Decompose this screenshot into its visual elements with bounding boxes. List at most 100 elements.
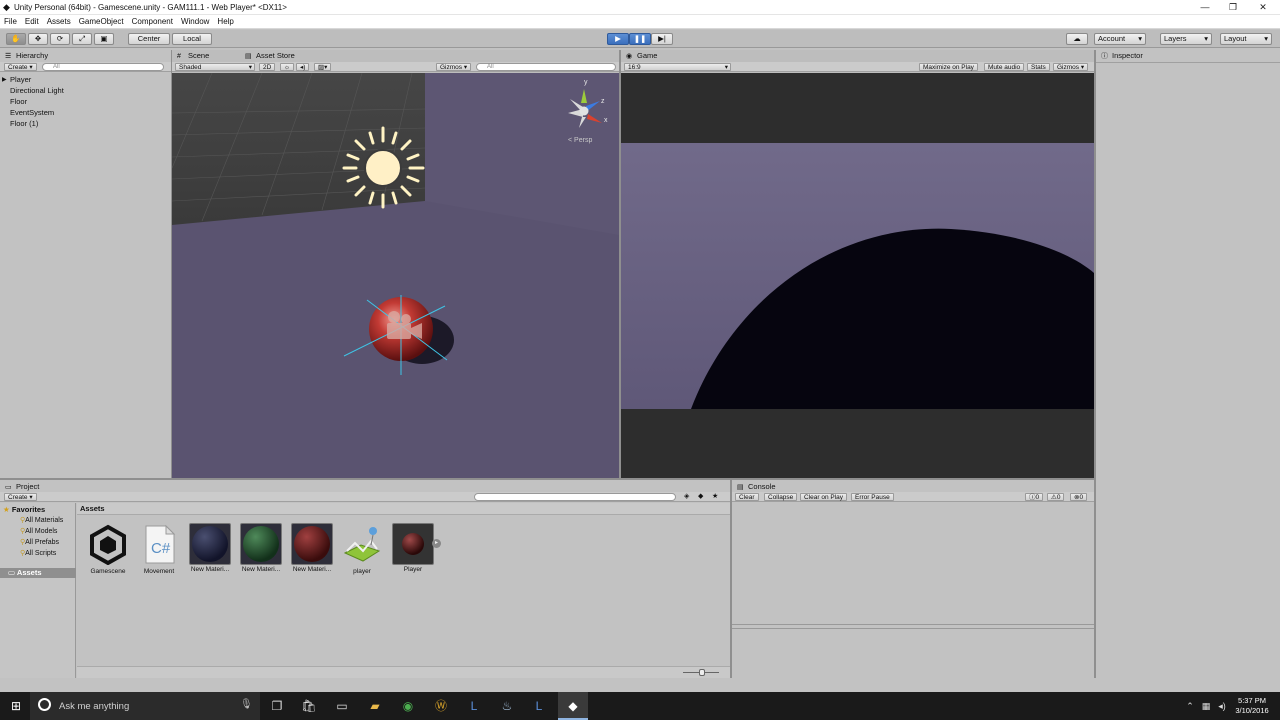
hierarchy-search-input[interactable]: All xyxy=(42,63,164,71)
console-collapse-button[interactable]: Collapse xyxy=(764,493,798,501)
audio-toggle[interactable]: ◂) xyxy=(296,63,310,71)
hierarchy-create-button[interactable]: Create ▾ xyxy=(4,63,37,71)
menu-assets[interactable]: Assets xyxy=(43,15,75,28)
hand-tool-button[interactable]: ✋ xyxy=(6,33,26,45)
asset-item[interactable]: Gamescene xyxy=(84,523,132,577)
tab-hierarchy[interactable]: ☰ Hierarchy xyxy=(2,51,48,61)
windows-start-icon[interactable]: ⊞ xyxy=(7,697,25,715)
rotate-tool-button[interactable]: ⟳ xyxy=(50,33,70,45)
game-gizmos-dropdown[interactable]: Gizmos ▾ xyxy=(1053,63,1089,71)
step-button[interactable]: ▶| xyxy=(651,33,673,45)
favorite-item[interactable]: ⚲All Prefabs xyxy=(20,538,59,546)
console-error-pause-button[interactable]: Error Pause xyxy=(851,493,894,501)
favorite-item[interactable]: ⚲All Scripts xyxy=(20,549,56,557)
panel-divider[interactable] xyxy=(619,50,621,478)
store-icon[interactable]: 🛍 xyxy=(300,697,318,715)
favorite-item[interactable]: ⚲All Models xyxy=(20,527,57,535)
task-view-icon[interactable]: ❐ xyxy=(268,697,286,715)
shading-mode-dropdown[interactable]: Shaded ▾ xyxy=(175,63,255,71)
menu-edit[interactable]: Edit xyxy=(21,15,43,28)
effects-dropdown[interactable]: ▨▾ xyxy=(314,63,332,71)
project-create-button[interactable]: Create ▾ xyxy=(4,493,37,501)
persp-label[interactable]: < Persp xyxy=(568,137,592,144)
tab-project[interactable]: ▭ Project xyxy=(2,482,39,492)
league-launcher-icon[interactable]: L xyxy=(465,697,483,715)
console-clear-button[interactable]: Clear xyxy=(735,493,759,501)
volume-icon[interactable]: ◂) xyxy=(1213,697,1231,715)
menu-window[interactable]: Window xyxy=(177,15,213,28)
menu-file[interactable]: File xyxy=(0,15,21,28)
zoom-slider-handle[interactable] xyxy=(699,669,705,676)
tab-inspector[interactable]: ⓘ Inspector xyxy=(1098,51,1143,61)
hierarchy-item[interactable]: EventSystem xyxy=(10,108,54,118)
lighting-toggle[interactable]: ☼ xyxy=(280,63,294,71)
hierarchy-item[interactable]: Floor (1) xyxy=(10,119,38,129)
system-clock[interactable]: 5:37 PM 3/10/2016 xyxy=(1232,696,1272,716)
panel-divider[interactable] xyxy=(730,480,732,678)
rect-tool-button[interactable]: ▣ xyxy=(94,33,114,45)
maximize-button[interactable]: ❐ xyxy=(1218,0,1248,15)
breadcrumb[interactable]: Assets xyxy=(77,503,730,515)
minimize-button[interactable]: — xyxy=(1190,0,1220,15)
console-clear-on-play-button[interactable]: Clear on Play xyxy=(800,493,848,501)
favorite-item[interactable]: ⚲All Materials xyxy=(20,516,63,524)
log-count-toggle[interactable]: ⓘ0 xyxy=(1025,493,1044,501)
chrome-icon[interactable]: ◉ xyxy=(399,697,417,715)
asset-item[interactable]: New Materi... xyxy=(186,523,234,575)
asset-item[interactable]: C# Movement xyxy=(135,523,183,577)
play-button[interactable]: ▶ xyxy=(607,33,629,45)
asset-item[interactable]: New Materi... xyxy=(237,523,285,575)
warning-count-toggle[interactable]: ⚠0 xyxy=(1047,493,1065,501)
space-local-toggle[interactable]: Local xyxy=(172,33,212,45)
steam-icon[interactable]: ♨ xyxy=(498,697,516,715)
scene-search-input[interactable]: All xyxy=(476,63,616,71)
panel-divider[interactable] xyxy=(171,50,172,478)
expand-arrow-icon[interactable]: ▶ xyxy=(2,75,7,85)
console-detail-area[interactable] xyxy=(732,628,1094,678)
account-dropdown[interactable]: Account ▾ xyxy=(1094,33,1146,45)
warcraft-icon[interactable]: Ⓦ xyxy=(432,697,450,715)
tab-scene[interactable]: # Scene xyxy=(174,51,209,61)
hierarchy-item[interactable]: ▶ Player xyxy=(2,75,31,85)
unity-taskbar-button[interactable]: ◆ xyxy=(558,692,588,720)
file-explorer-icon[interactable]: ▰ xyxy=(366,697,384,715)
tab-console[interactable]: ▤ Console xyxy=(734,482,776,492)
favorite-star-icon[interactable]: ★ xyxy=(712,492,718,500)
assets-folder[interactable]: ▭ Assets xyxy=(0,568,76,578)
layers-dropdown[interactable]: Layers ▾ xyxy=(1160,33,1212,45)
error-count-toggle[interactable]: ⊗0 xyxy=(1070,493,1088,501)
game-viewport[interactable] xyxy=(621,73,1094,478)
asset-item[interactable]: New Materi... xyxy=(288,523,336,575)
scene-gizmos-dropdown[interactable]: Gizmos ▾ xyxy=(436,63,472,71)
pivot-center-toggle[interactable]: Center xyxy=(128,33,170,45)
aspect-dropdown[interactable]: 16:9 ▾ xyxy=(624,63,731,71)
hierarchy-item[interactable]: Directional Light xyxy=(10,86,64,96)
tab-asset-store[interactable]: ▤ Asset Store xyxy=(242,51,295,61)
cortana-search[interactable]: Ask me anything 🎙 xyxy=(30,692,260,720)
move-tool-button[interactable]: ✥ xyxy=(28,33,48,45)
maximize-on-play-toggle[interactable]: Maximize on Play xyxy=(919,63,978,71)
layout-dropdown[interactable]: Layout ▾ xyxy=(1220,33,1272,45)
filter-label-icon[interactable]: ◆ xyxy=(698,492,703,500)
console-log-area[interactable] xyxy=(732,503,1094,625)
menu-help[interactable]: Help xyxy=(213,15,237,28)
league-client-icon[interactable]: L xyxy=(530,697,548,715)
expand-prefab-icon[interactable]: ▸ xyxy=(432,539,441,548)
stats-toggle[interactable]: Stats xyxy=(1027,63,1050,71)
project-search-input[interactable] xyxy=(474,493,676,501)
asset-item[interactable]: player xyxy=(338,523,386,577)
app-icon[interactable]: ▭ xyxy=(333,697,351,715)
pause-button[interactable]: ❚❚ xyxy=(629,33,651,45)
close-button[interactable]: ✕ xyxy=(1248,0,1278,15)
2d-toggle[interactable]: 2D xyxy=(259,63,276,71)
cloud-button[interactable]: ☁ xyxy=(1066,33,1088,45)
menu-component[interactable]: Component xyxy=(128,15,177,28)
hierarchy-item[interactable]: Floor xyxy=(10,97,27,107)
tab-game[interactable]: ◉ Game xyxy=(623,51,657,61)
menu-gameobject[interactable]: GameObject xyxy=(75,15,128,28)
scale-tool-button[interactable]: ⤢ xyxy=(72,33,92,45)
scene-viewport[interactable]: y z x < Persp xyxy=(172,73,619,478)
filter-type-icon[interactable]: ◈ xyxy=(684,492,689,500)
favorites-header[interactable]: ★ Favorites xyxy=(3,505,45,514)
asset-item[interactable]: ▸ Player xyxy=(389,523,441,575)
